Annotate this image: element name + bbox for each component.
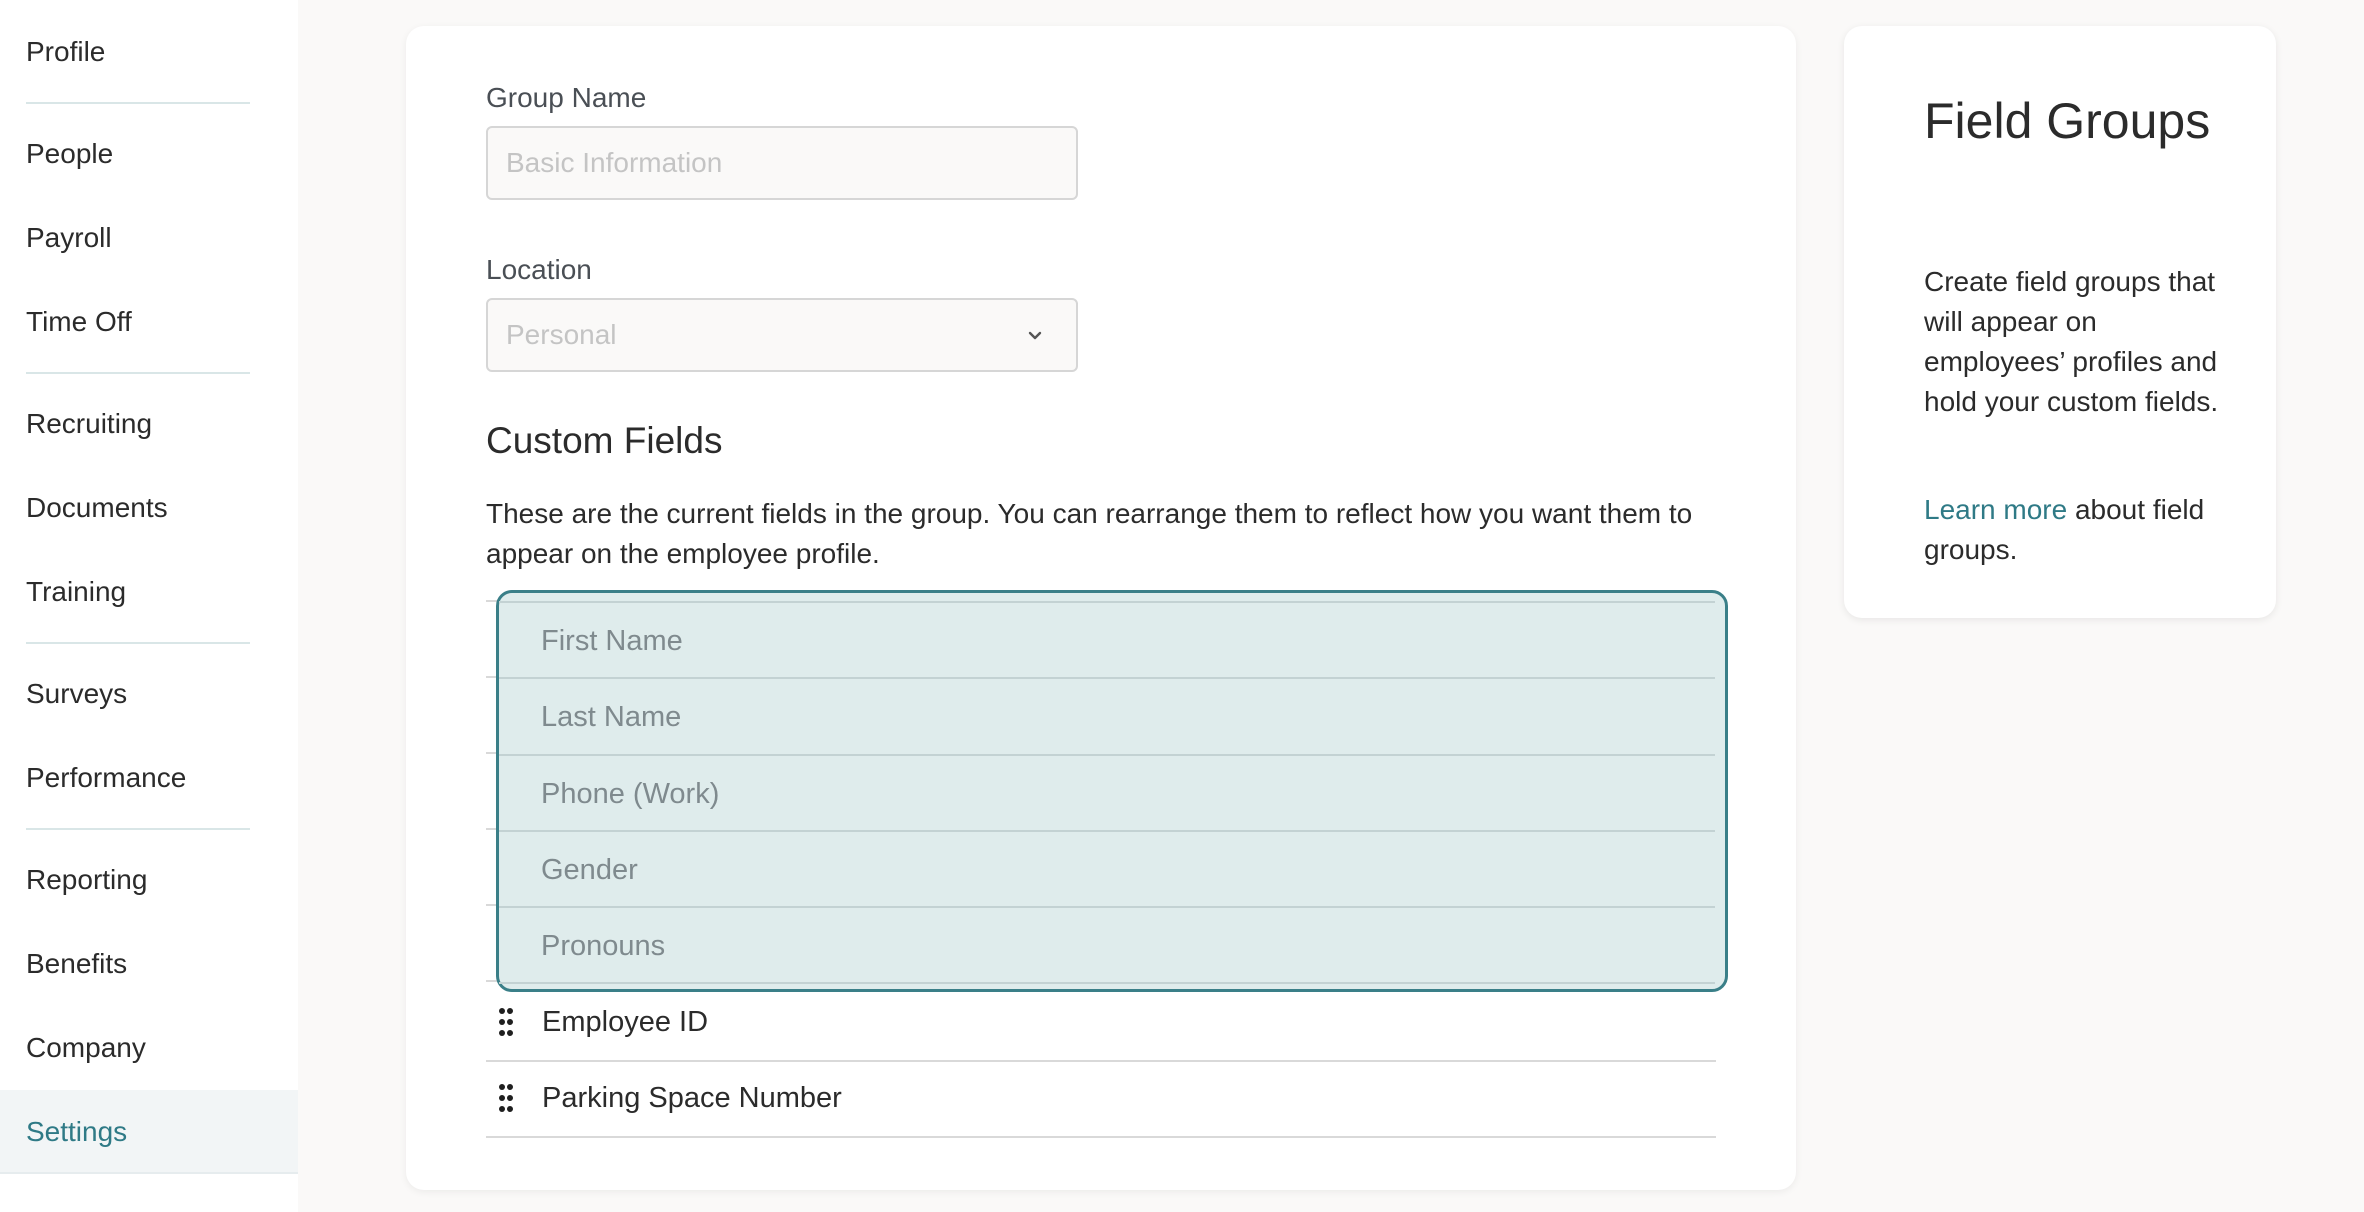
row-divider (486, 1136, 1716, 1138)
sidebar-item-people[interactable]: People (0, 112, 298, 196)
sidebar-item-time-off[interactable]: Time Off (0, 280, 298, 364)
custom-fields-title: Custom Fields (486, 420, 723, 461)
field-label: First Name (541, 624, 683, 657)
sidebar-divider (26, 372, 250, 374)
location-label: Location (486, 254, 592, 285)
learn-more-link[interactable]: Learn more (1924, 494, 2067, 525)
sidebar-item-training[interactable]: Training (0, 550, 298, 634)
location-value: Personal (506, 319, 617, 350)
field-label: Last Name (541, 700, 682, 733)
list-item[interactable]: Last Name (499, 679, 1715, 755)
info-learn-more: Learn more about field groups. (1924, 490, 2224, 570)
chevron-down-icon (1028, 331, 1042, 340)
field-groups-info-card: Field Groups Create field groups that wi… (1844, 26, 2276, 618)
info-body: Create field groups that will appear on … (1924, 266, 2219, 417)
list-item[interactable]: First Name (499, 603, 1715, 679)
list-item[interactable]: Pronouns (499, 908, 1715, 984)
sidebar-item-performance[interactable]: Performance (0, 736, 298, 820)
custom-fields-description: These are the current fields in the grou… (486, 498, 1693, 569)
sidebar-divider (26, 642, 250, 644)
sidebar-item-profile[interactable]: Profile (0, 10, 298, 94)
sidebar-divider (26, 828, 250, 830)
info-title: Field Groups (1924, 93, 2211, 149)
list-item[interactable]: Parking Space Number (486, 1060, 1716, 1136)
drag-handle-icon[interactable] (498, 1007, 514, 1037)
sidebar-divider (0, 1172, 298, 1174)
sidebar-item-benefits[interactable]: Benefits (0, 922, 298, 1006)
list-item[interactable]: Employee ID (486, 984, 1716, 1060)
sidebar: Profile People Payroll Time Off Recruiti… (0, 0, 298, 1212)
list-item[interactable]: Gender (499, 832, 1715, 908)
drag-handle-icon[interactable] (498, 1083, 514, 1113)
field-label: Phone (Work) (541, 777, 720, 810)
sidebar-item-recruiting[interactable]: Recruiting (0, 382, 298, 466)
group-name-input[interactable]: Basic Information (486, 126, 1078, 200)
field-label: Parking Space Number (542, 1081, 842, 1114)
field-label: Pronouns (541, 929, 666, 962)
list-item[interactable]: Phone (Work) (499, 756, 1715, 832)
sidebar-divider (26, 102, 250, 104)
sidebar-item-company[interactable]: Company (0, 1006, 298, 1090)
dragged-fields-group[interactable]: First Name Last Name Phone (Work) Gender… (496, 590, 1728, 992)
sidebar-item-documents[interactable]: Documents (0, 466, 298, 550)
sidebar-item-reporting[interactable]: Reporting (0, 838, 298, 922)
field-group-form-card: Group Name Basic Information Location Pe… (406, 26, 1796, 1190)
sidebar-item-surveys[interactable]: Surveys (0, 652, 298, 736)
field-label: Gender (541, 853, 638, 886)
sidebar-item-settings[interactable]: Settings (0, 1090, 298, 1174)
group-name-label: Group Name (486, 82, 647, 113)
field-label: Employee ID (542, 1005, 709, 1038)
location-select[interactable]: Personal (486, 298, 1078, 372)
sidebar-item-payroll[interactable]: Payroll (0, 196, 298, 280)
